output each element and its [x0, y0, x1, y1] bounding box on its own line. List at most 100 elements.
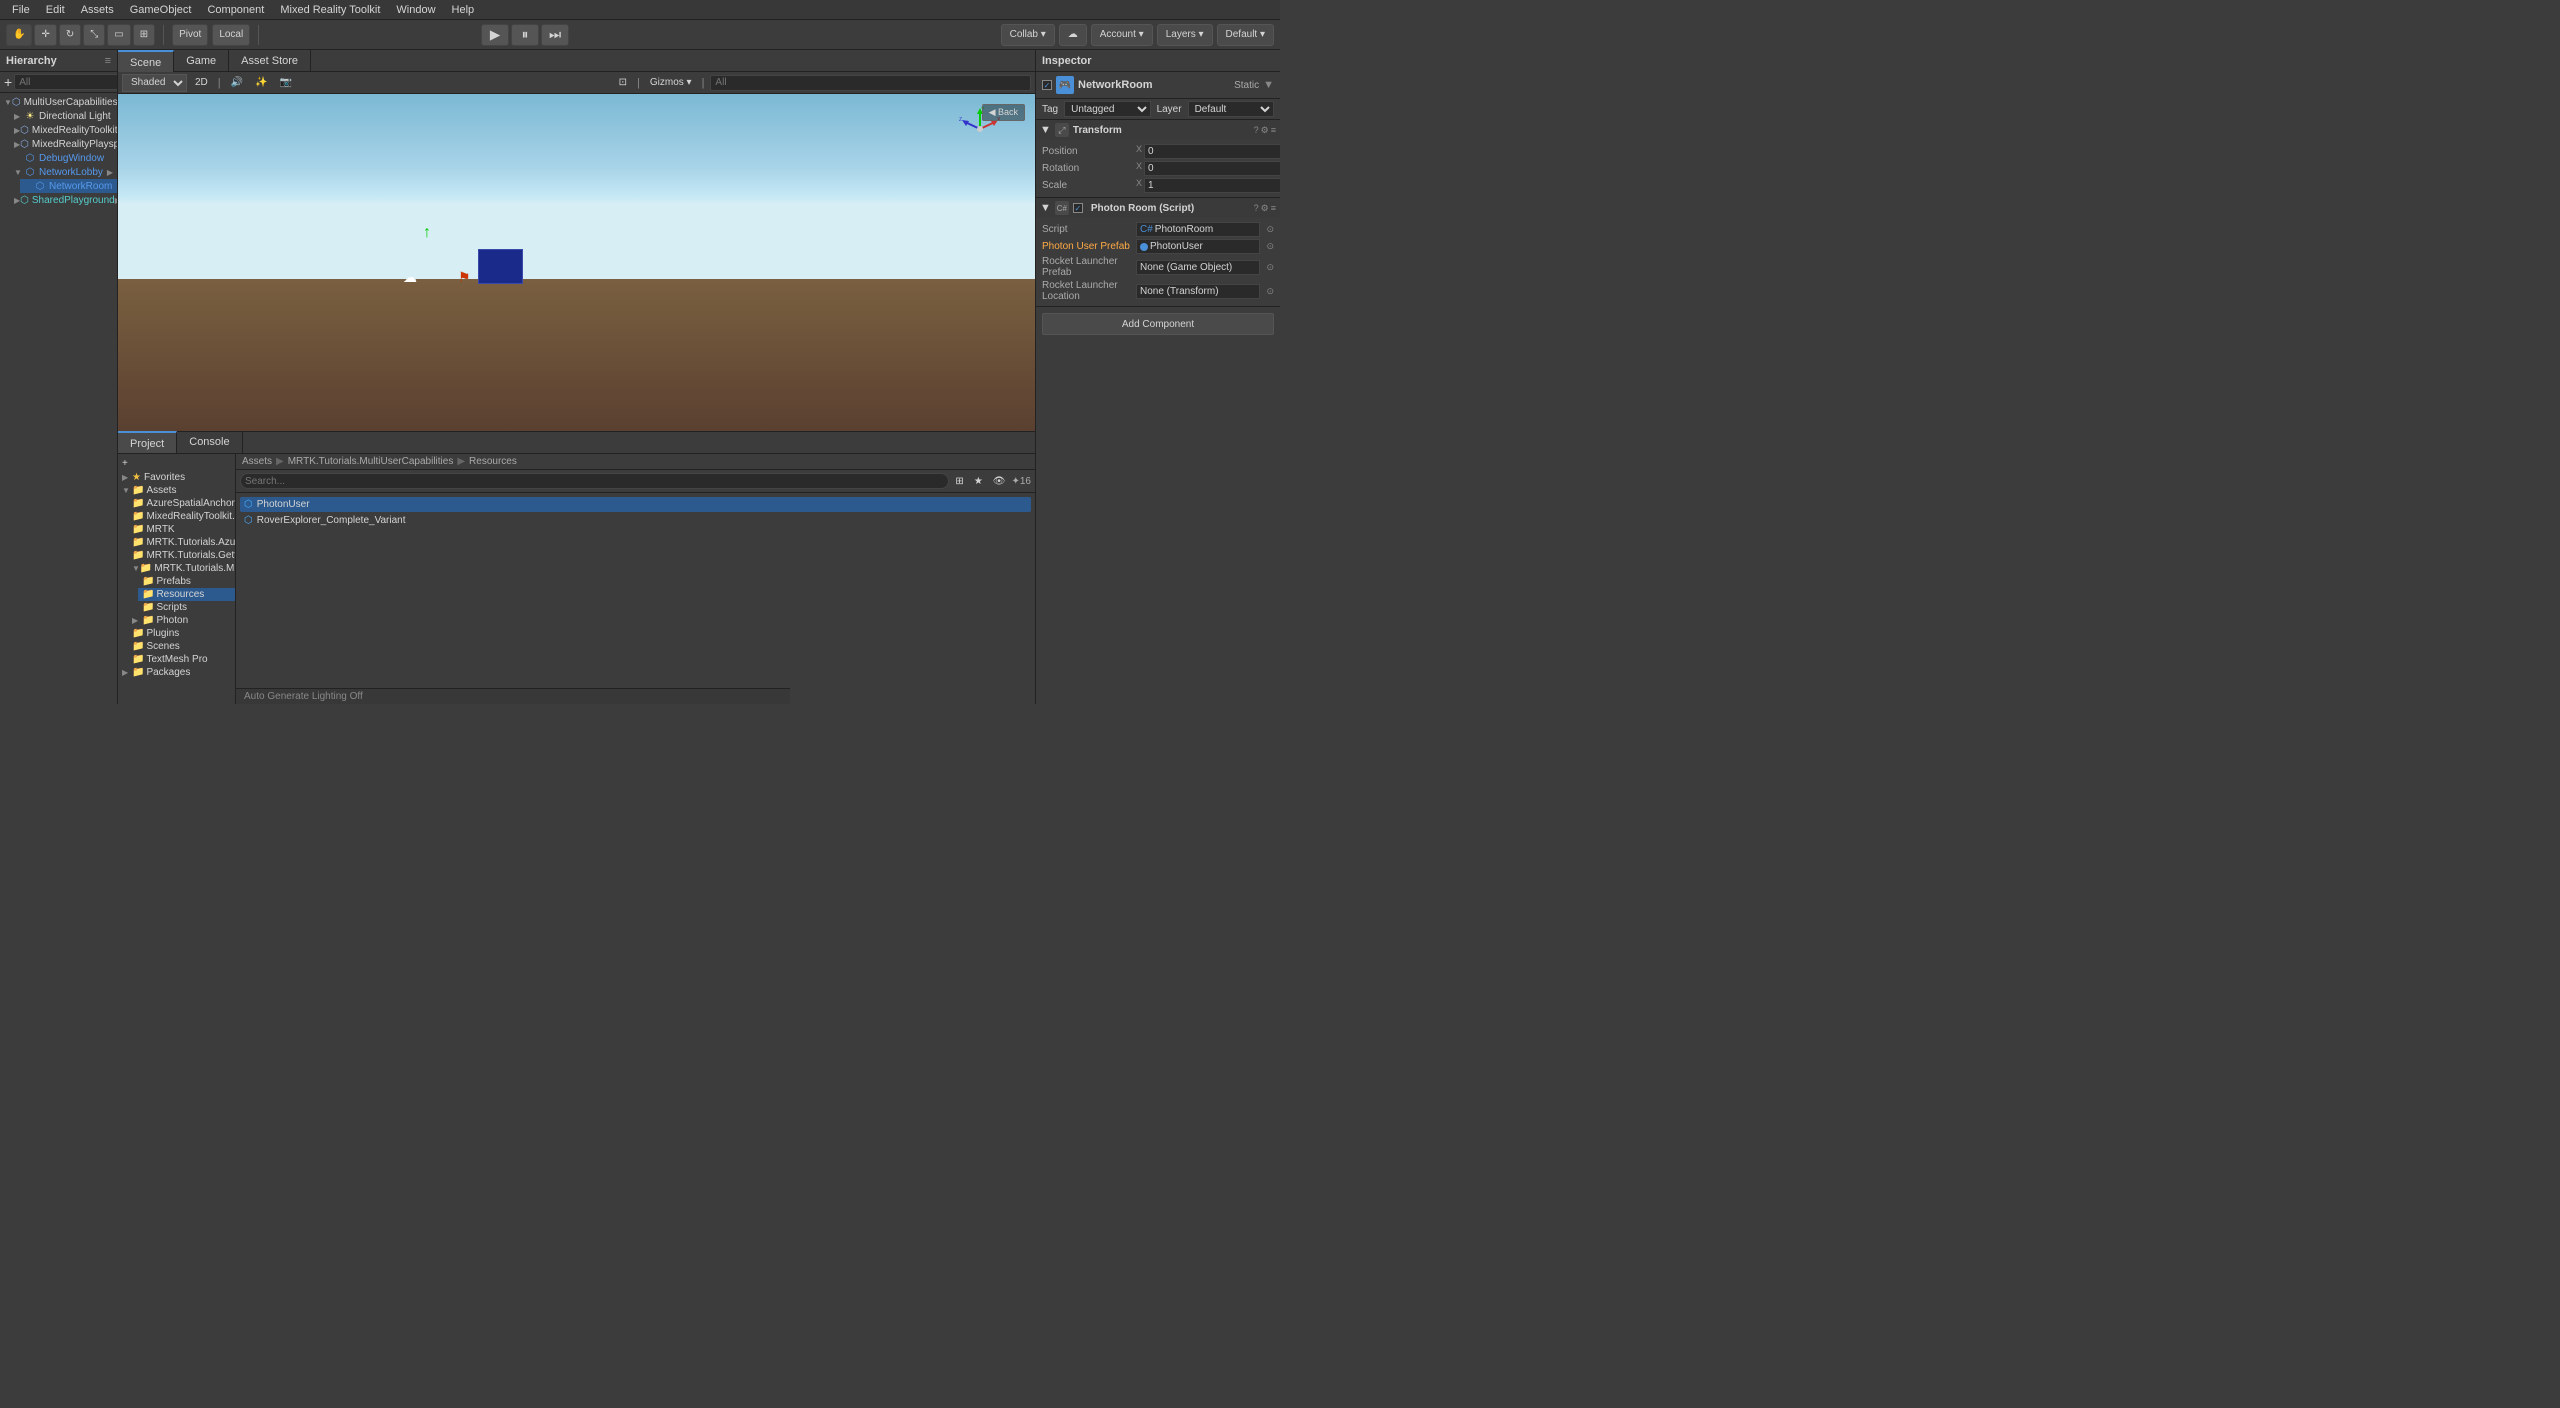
photon-menu-btn[interactable]: ≡: [1271, 203, 1276, 214]
hierarchy-item-shared[interactable]: ▶ ⬡ SharedPlayground ▶: [10, 193, 117, 207]
hierarchy-item-debug[interactable]: ⬡ DebugWindow: [10, 151, 117, 165]
hierarchy-item-multiuser[interactable]: ▼ ⬡ MultiUserCapabilities*: [0, 95, 117, 109]
tab-project[interactable]: Project: [118, 431, 177, 453]
menu-component[interactable]: Component: [199, 0, 272, 20]
user-prefab-field[interactable]: PhotonUser: [1136, 239, 1260, 254]
photon-settings-btn[interactable]: ⚙: [1261, 203, 1269, 214]
pos-x[interactable]: [1144, 144, 1280, 159]
proj-plugins[interactable]: 📁 Plugins: [128, 627, 235, 640]
audio-icon[interactable]: 🔊: [227, 74, 247, 92]
proj-mrtk-gen[interactable]: 📁 MixedRealityToolkit.Generated: [128, 510, 235, 523]
fx-button[interactable]: ✨: [251, 74, 271, 92]
rot-x[interactable]: [1144, 161, 1280, 176]
menu-window[interactable]: Window: [388, 0, 443, 20]
asset-search[interactable]: [240, 473, 949, 489]
proj-mrtk[interactable]: 📁 MRTK: [128, 523, 235, 536]
layout-button[interactable]: Default ▾: [1217, 24, 1274, 46]
proj-resources[interactable]: 📁 Resources: [138, 588, 235, 601]
scene-search[interactable]: [710, 75, 1031, 91]
photon-help-btn[interactable]: ?: [1254, 203, 1259, 214]
local-button[interactable]: Local: [212, 24, 250, 46]
script-target-icon[interactable]: ⊙: [1266, 224, 1274, 235]
favorites-item[interactable]: ▶ ★ Favorites: [118, 471, 235, 484]
proj-mrtk-getting[interactable]: 📁 MRTK.Tutorials.GettingStarted: [128, 549, 235, 562]
hierarchy-add-icon[interactable]: +: [4, 74, 12, 90]
asset-roverexplorer[interactable]: ⬡ RoverExplorer_Complete_Variant: [240, 513, 1031, 528]
step-button[interactable]: ⏭: [541, 24, 569, 46]
proj-textmesh[interactable]: 📁 TextMesh Pro: [128, 653, 235, 666]
menu-assets[interactable]: Assets: [73, 0, 122, 20]
proj-photon[interactable]: ▶ 📁 Photon: [128, 614, 235, 627]
asset-photonuser[interactable]: ⬡ PhotonUser: [240, 497, 1031, 512]
menu-help[interactable]: Help: [444, 0, 483, 20]
asset-star-icon[interactable]: ★: [970, 472, 987, 490]
packages-root-item[interactable]: ▶ 📁 Packages: [118, 666, 235, 679]
photon-enabled-checkbox[interactable]: [1073, 203, 1083, 213]
tag-dropdown[interactable]: Untagged: [1064, 101, 1150, 117]
hierarchy-item-dirlight[interactable]: ▶ ☀ Directional Light: [10, 109, 117, 123]
script-field[interactable]: C# PhotonRoom: [1136, 222, 1260, 237]
play-button[interactable]: ▶: [481, 24, 509, 46]
hierarchy-item-networkroom[interactable]: ⬡ NetworkRoom: [20, 179, 117, 193]
obj-enabled-checkbox[interactable]: [1042, 80, 1052, 90]
tab-console[interactable]: Console: [177, 431, 242, 453]
proj-azure[interactable]: 📁 AzureSpatialAnchors.SDK: [128, 497, 235, 510]
scene-cloud-object: ☁: [403, 269, 417, 286]
shading-dropdown[interactable]: Shaded: [122, 74, 187, 92]
user-prefab-target-icon[interactable]: ⊙: [1266, 241, 1274, 252]
script-row: Script C# PhotonRoom ⊙: [1042, 221, 1274, 238]
hierarchy-menu-icon[interactable]: ≡: [105, 55, 111, 67]
multi-tool[interactable]: ⊞: [133, 24, 155, 46]
hierarchy-item-playspace[interactable]: ▶ ⬡ MixedRealityPlayspace: [10, 137, 117, 151]
2d-button[interactable]: 2D: [191, 74, 212, 92]
hierarchy-search[interactable]: [14, 74, 118, 90]
photon-room-header[interactable]: ▼ C# Photon Room (Script) ? ⚙ ≡: [1036, 198, 1280, 218]
transform-menu-btn[interactable]: ≡: [1271, 125, 1276, 136]
proj-scripts[interactable]: 📁 Scripts: [138, 601, 235, 614]
layers-button[interactable]: Layers ▾: [1157, 24, 1213, 46]
fullscreen-icon[interactable]: ⊡: [615, 74, 631, 92]
proj-mrtk-multi[interactable]: ▼ 📁 MRTK.Tutorials.MultiUserCapabilities: [128, 562, 235, 575]
rocket-prefab-field[interactable]: None (Game Object): [1136, 260, 1260, 275]
assets-root-item[interactable]: ▼ 📁 Assets: [118, 484, 235, 497]
scale-x[interactable]: [1144, 178, 1280, 193]
scene-camera-icon[interactable]: 📷: [276, 74, 296, 92]
scene-back-button[interactable]: ◀ Back: [982, 104, 1025, 121]
rocket-loc-field[interactable]: None (Transform): [1136, 284, 1260, 299]
rocket-loc-target-icon[interactable]: ⊙: [1266, 286, 1274, 297]
asset-eye-icon[interactable]: 👁: [989, 472, 1010, 490]
move-tool[interactable]: ✛: [34, 24, 56, 46]
menu-mrtk[interactable]: Mixed Reality Toolkit: [272, 0, 388, 20]
proj-prefabs[interactable]: 📁 Prefabs: [138, 575, 235, 588]
layer-dropdown[interactable]: Default: [1188, 101, 1274, 117]
scale-tool[interactable]: ⤡: [83, 24, 105, 46]
rocket-prefab-target-icon[interactable]: ⊙: [1266, 262, 1274, 273]
rect-tool[interactable]: ▭: [107, 24, 130, 46]
hand-tool[interactable]: ✋: [6, 24, 32, 46]
transform-settings-btn[interactable]: ⚙: [1261, 125, 1269, 136]
proj-scenes[interactable]: 📁 Scenes: [128, 640, 235, 653]
add-component-button[interactable]: Add Component: [1042, 313, 1274, 335]
rotate-tool[interactable]: ↻: [59, 24, 81, 46]
menu-gameobject[interactable]: GameObject: [122, 0, 200, 20]
proj-mrtk-azure[interactable]: 📁 MRTK.Tutorials.AzureSpatialAnchors: [128, 536, 235, 549]
pivot-button[interactable]: Pivot: [172, 24, 208, 46]
menu-file[interactable]: File: [4, 0, 38, 20]
asset-filter-icon[interactable]: ⊞: [951, 472, 967, 490]
tab-game[interactable]: Game: [174, 50, 229, 72]
hierarchy-item-networklob[interactable]: ▼ ⬡ NetworkLobby ▶: [10, 165, 117, 179]
menu-edit[interactable]: Edit: [38, 0, 73, 20]
transform-help-btn[interactable]: ?: [1254, 125, 1259, 136]
hierarchy-item-mrtk[interactable]: ▶ ⬡ MixedRealityToolkit: [10, 123, 117, 137]
asset-count: ✦16: [1011, 476, 1031, 487]
collab-button[interactable]: Collab ▾: [1001, 24, 1055, 46]
project-add-button[interactable]: +: [118, 456, 235, 471]
pause-button[interactable]: ⏸: [511, 24, 539, 46]
transform-header[interactable]: ▼ ⤢ Transform ? ⚙ ≡: [1036, 120, 1280, 140]
static-dropdown-icon[interactable]: ▼: [1263, 79, 1274, 91]
cloud-button[interactable]: ☁: [1059, 24, 1087, 46]
account-button[interactable]: Account ▾: [1091, 24, 1153, 46]
gizmos-button[interactable]: Gizmos ▾: [646, 74, 696, 92]
tab-scene[interactable]: Scene: [118, 50, 174, 72]
tab-asset-store[interactable]: Asset Store: [229, 50, 311, 72]
